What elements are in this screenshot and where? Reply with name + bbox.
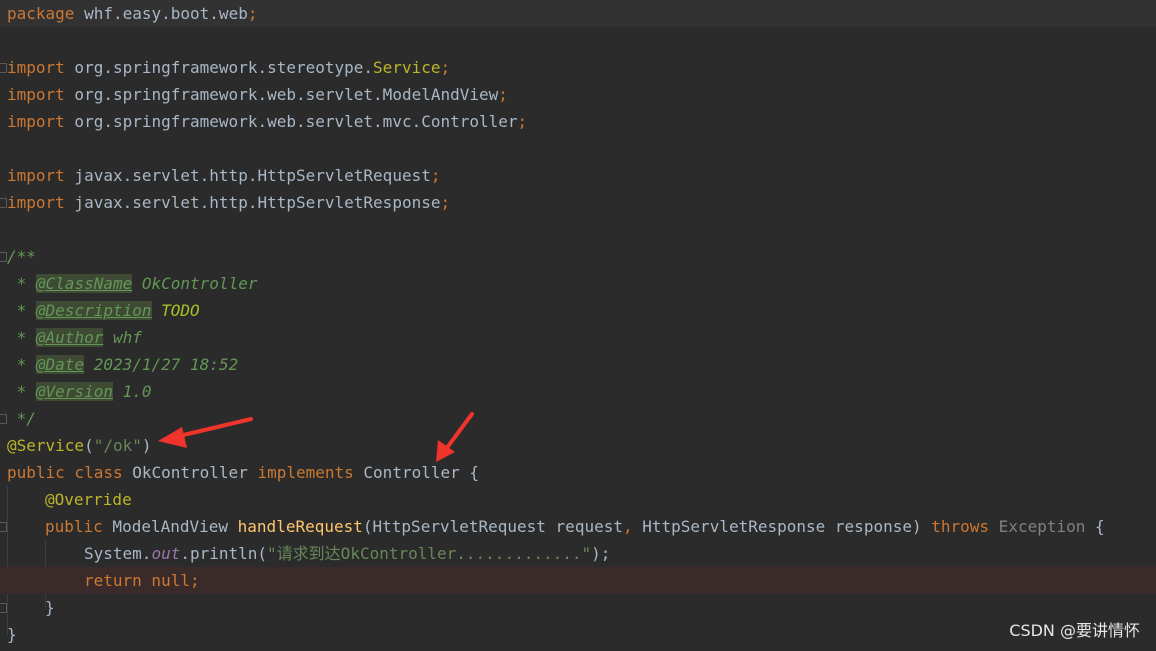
keyword-implements: implements	[257, 463, 354, 482]
brace-close: }	[45, 598, 55, 617]
semicolon: ;	[440, 193, 451, 212]
code-line-doc-author[interactable]: * @Author whf	[0, 324, 1156, 351]
doc-comment-open: /**	[7, 247, 36, 266]
doc-comment-close: */	[7, 409, 36, 428]
doc-tag-date: @Date	[35, 355, 85, 374]
code-line-doc-classname[interactable]: * @ClassName OkController	[0, 270, 1156, 297]
code-line-doc-open[interactable]: /**	[0, 243, 1156, 270]
call-end: );	[591, 544, 611, 563]
doc-star: *	[7, 274, 36, 293]
doc-todo: TODO	[151, 301, 200, 320]
keyword-public-class: public class	[7, 463, 123, 482]
keyword-package: package	[7, 4, 75, 23]
doc-star: *	[7, 355, 36, 374]
code-line-doc-close[interactable]: */	[0, 405, 1156, 432]
doc-star: *	[7, 382, 36, 401]
code-line-class-declaration[interactable]: public class OkController implements Con…	[0, 459, 1156, 486]
doc-tag-author: @Author	[35, 328, 104, 347]
keyword-public: public	[45, 517, 103, 536]
import-path: org.springframework.stereotype.	[64, 58, 374, 77]
import-path: org.springframework.web.servlet.ModelAnd…	[64, 85, 499, 104]
exception-type: Exception	[989, 517, 1086, 536]
code-editor[interactable]: package whf.easy.boot.web; import org.sp…	[0, 0, 1156, 651]
string-literal: "/ok"	[93, 436, 142, 455]
paren-open: (	[84, 436, 94, 455]
param-response: HttpServletResponse response)	[632, 517, 932, 536]
keyword-throws: throws	[931, 517, 990, 536]
interface-name: Controller {	[353, 463, 480, 482]
paren-close: )	[141, 436, 152, 455]
doc-tag-classname: @ClassName	[35, 274, 133, 293]
class-name: OkController	[122, 463, 258, 482]
string-literal: "请求到达OkController............."	[267, 544, 592, 563]
doc-value: 1.0	[112, 382, 152, 401]
semicolon: ;	[247, 4, 258, 23]
doc-star: *	[7, 328, 36, 347]
doc-tag-version: @Version	[35, 382, 113, 401]
code-line-doc-version[interactable]: * @Version 1.0	[0, 378, 1156, 405]
doc-tag-description: @Description	[35, 301, 152, 320]
code-line-service-annotation[interactable]: @Service("/ok")	[0, 432, 1156, 459]
annotation-service: @Service	[7, 436, 85, 455]
brace-close: }	[7, 625, 17, 644]
keyword-import: import	[7, 85, 65, 104]
import-path: org.springframework.web.servlet.mvc.Cont…	[64, 112, 518, 131]
println-call: .println(	[180, 544, 268, 563]
keyword-import: import	[7, 58, 65, 77]
system-object: System.	[84, 544, 152, 563]
import-class: Service	[373, 58, 441, 77]
code-line-println[interactable]: System.out.println("请求到达OkController....…	[0, 540, 1156, 567]
brace-open: {	[1085, 517, 1105, 536]
code-line-import[interactable]: import org.springframework.web.servlet.M…	[0, 81, 1156, 108]
code-line-import[interactable]: import javax.servlet.http.HttpServletReq…	[0, 162, 1156, 189]
code-line-doc-description[interactable]: * @Description TODO	[0, 297, 1156, 324]
semicolon: ;	[498, 85, 508, 104]
code-line-import[interactable]: import javax.servlet.http.HttpServletRes…	[0, 189, 1156, 216]
semicolon: ;	[189, 571, 200, 590]
annotation-override: @Override	[45, 490, 132, 509]
doc-value: OkController	[132, 274, 258, 293]
param-request: (HttpServletRequest request	[362, 517, 623, 536]
code-line-method-signature[interactable]: public ModelAndView handleRequest(HttpSe…	[0, 513, 1156, 540]
code-line-package[interactable]: package whf.easy.boot.web;	[0, 0, 1156, 27]
doc-star: *	[7, 301, 36, 320]
comma: ,	[622, 517, 633, 536]
import-path: javax.servlet.http.HttpServletResponse	[64, 193, 441, 212]
semicolon: ;	[517, 112, 528, 131]
keyword-import: import	[7, 193, 65, 212]
code-line-import[interactable]: import org.springframework.web.servlet.m…	[0, 108, 1156, 135]
package-name: whf.easy.boot.web	[74, 4, 248, 23]
code-line-class-close[interactable]: }	[0, 621, 1156, 648]
watermark: CSDN @要讲情怀	[1009, 621, 1140, 640]
return-type: ModelAndView	[102, 517, 238, 536]
import-path: javax.servlet.http.HttpServletRequest	[64, 166, 431, 185]
method-name: handleRequest	[237, 517, 363, 536]
keyword-import: import	[7, 166, 65, 185]
doc-value: whf	[103, 328, 142, 347]
code-line-doc-date[interactable]: * @Date 2023/1/27 18:52	[0, 351, 1156, 378]
doc-value: 2023/1/27 18:52	[84, 355, 239, 374]
code-line-override[interactable]: @Override	[0, 486, 1156, 513]
keyword-import: import	[7, 112, 65, 131]
semicolon: ;	[430, 166, 441, 185]
static-field-out: out	[151, 544, 181, 563]
semicolon: ;	[440, 58, 451, 77]
code-line-return[interactable]: return null;	[0, 567, 1156, 594]
code-line-method-close[interactable]: }	[0, 594, 1156, 621]
keyword-return-null: return null	[84, 571, 190, 590]
code-line-import[interactable]: import org.springframework.stereotype.Se…	[0, 54, 1156, 81]
